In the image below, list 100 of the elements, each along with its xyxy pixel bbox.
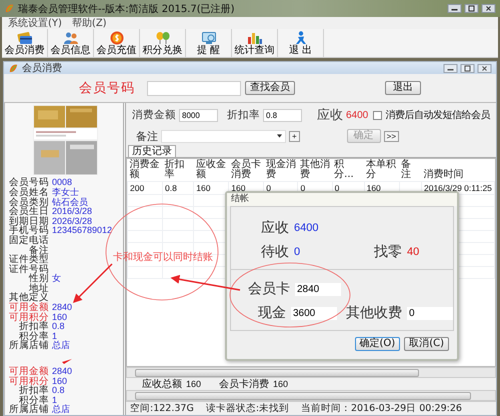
toolbar-button[interactable]: 会员消费 (2, 29, 48, 57)
column-header: 消费时间 (422, 159, 494, 182)
info-label: 固定电话 (8, 236, 49, 246)
card-amount-field[interactable]: 2840 (295, 282, 341, 296)
card-label: 会员卡 (247, 280, 290, 298)
info-label: 备注 (28, 246, 49, 256)
table-cell: 160 (366, 183, 381, 193)
info-value: 1 (52, 332, 58, 341)
column-header: 本单积分 (364, 159, 400, 182)
table-cell: 0 (300, 183, 306, 193)
info-value: 钻石会员 (52, 198, 88, 208)
column-header: 现金消费 (264, 159, 298, 182)
table-cell: 0.8 (165, 183, 177, 193)
table-cell: 160 (231, 183, 246, 193)
due-label: 应收 (317, 107, 343, 124)
toolbar-button[interactable]: 统计查询 (232, 29, 278, 57)
toolbar-button[interactable]: 会员信息 (48, 29, 94, 57)
info-label: 积分率 (18, 396, 49, 406)
info-value: 0.8 (52, 386, 65, 396)
info-label: 所属店铺 (8, 341, 49, 352)
column-header: 其他消费 (298, 159, 332, 182)
table-cell: 200 (130, 183, 144, 193)
find-member-button[interactable]: 查找会员 (245, 81, 295, 95)
pending-value: 0 (294, 246, 302, 258)
menu-item[interactable]: 帮助(Z) (72, 16, 107, 30)
discount-field[interactable]: 0.8 (263, 108, 302, 122)
toolbar-button[interactable]: 积分兑换 (140, 29, 186, 57)
cash-amount-field[interactable]: 3600 (291, 306, 337, 320)
info-value: 160 (52, 376, 68, 386)
status-text: 当前时间：2016-03-29日 00:29:26 (301, 402, 462, 415)
info-value: 2026/3/28 (52, 216, 92, 226)
info-label: 证件类型 (8, 255, 49, 265)
change-value: 40 (407, 246, 420, 258)
info-label: 可用金额 (8, 303, 49, 313)
cash-label: 现金 (257, 304, 286, 322)
info-label: 折扣率 (19, 386, 49, 396)
change-label: 找零 (374, 243, 402, 261)
info-label: 到期日期 (8, 216, 49, 226)
table-cell: 160 (196, 183, 210, 193)
info-value: 160 (52, 312, 68, 322)
exit-button[interactable]: 退出 (385, 81, 421, 95)
info-label: 会员姓名 (8, 188, 49, 198)
sms-checkbox-label[interactable]: 消费后自动发短信给会员 (385, 108, 490, 122)
amount-field[interactable]: 8000 (179, 108, 218, 122)
info-value: 总店 (52, 341, 70, 352)
due-value: 6400 (346, 110, 368, 120)
info-value: 李女士 (52, 188, 79, 198)
member-number-label: 会员号码 (79, 80, 135, 97)
dialog-title: 结帐 (231, 194, 249, 204)
other-fee-field[interactable]: 0 (407, 306, 453, 320)
cancel-button[interactable]: 取消(C) (404, 337, 449, 351)
table-cell: 2016/3/29 0:11:25 (424, 183, 492, 193)
info-value: 123456789012 (52, 226, 112, 236)
total-label: 会员卡消费 (219, 378, 270, 391)
info-label: 地址 (29, 284, 49, 294)
other-fee-label: 其他收费 (346, 304, 402, 322)
column-header: 备注 (399, 159, 422, 182)
info-value: 2016/3/28 (52, 207, 92, 217)
total-label: 应收总额 (142, 378, 182, 391)
due-label: 应收 (261, 219, 289, 237)
info-label: 可用积分 (8, 376, 49, 386)
amount-label: 消费金额 (132, 108, 176, 122)
ok-button[interactable]: 确定(O) (354, 337, 400, 351)
info-label: 会员类别 (8, 198, 49, 208)
info-label: 积分率 (18, 332, 49, 342)
window-title: 瑞泰会员管理软件--版本:简洁版 2015.7(已注册) (18, 2, 235, 16)
info-label: 手机号码 (8, 226, 49, 236)
info-value: 2840 (52, 303, 72, 313)
info-label: 可用金额 (8, 367, 49, 377)
info-value: 总店 (52, 405, 70, 415)
status-text: 读卡器状态:未找到 (206, 402, 290, 415)
column-header: 消费金额 (128, 159, 162, 182)
discount-label: 折扣率 (227, 108, 260, 122)
total-value: 160 (273, 379, 288, 389)
annotation-text: 卡和现金可以同时结账 (113, 250, 213, 264)
status-text: 空间:122.37G (130, 402, 194, 415)
more-button[interactable]: >> (384, 130, 400, 142)
due-value: 6400 (294, 222, 318, 234)
info-label: 其他定义 (8, 293, 49, 304)
menu-item[interactable]: 系统设置(Y) (8, 16, 62, 30)
info-value: 1 (52, 396, 58, 405)
info-label: 折扣率 (19, 322, 49, 332)
info-value: 0.8 (52, 322, 65, 332)
toolbar-button[interactable]: 会员充值 (94, 29, 140, 57)
table-cell: 0 (266, 183, 271, 193)
info-label: 所属店铺 (8, 405, 49, 415)
column-header: 折扣率 (162, 159, 194, 182)
total-value: 160 (186, 379, 202, 389)
column-header: 会员卡消费 (228, 159, 264, 182)
info-label: 会员号码 (8, 178, 49, 188)
info-value: 0008 (52, 178, 72, 188)
add-button[interactable]: + (289, 130, 300, 142)
child-window-title: 会员消费 (22, 62, 62, 75)
info-label: 会员生日 (8, 207, 49, 217)
info-label: 性别 (28, 274, 49, 284)
column-header: 积分... (332, 159, 364, 182)
info-value: 女 (52, 274, 61, 284)
history-tab[interactable]: 历史记录 (128, 145, 176, 157)
info-label: 证件号码 (8, 264, 49, 274)
pending-label: 待收 (261, 243, 289, 261)
